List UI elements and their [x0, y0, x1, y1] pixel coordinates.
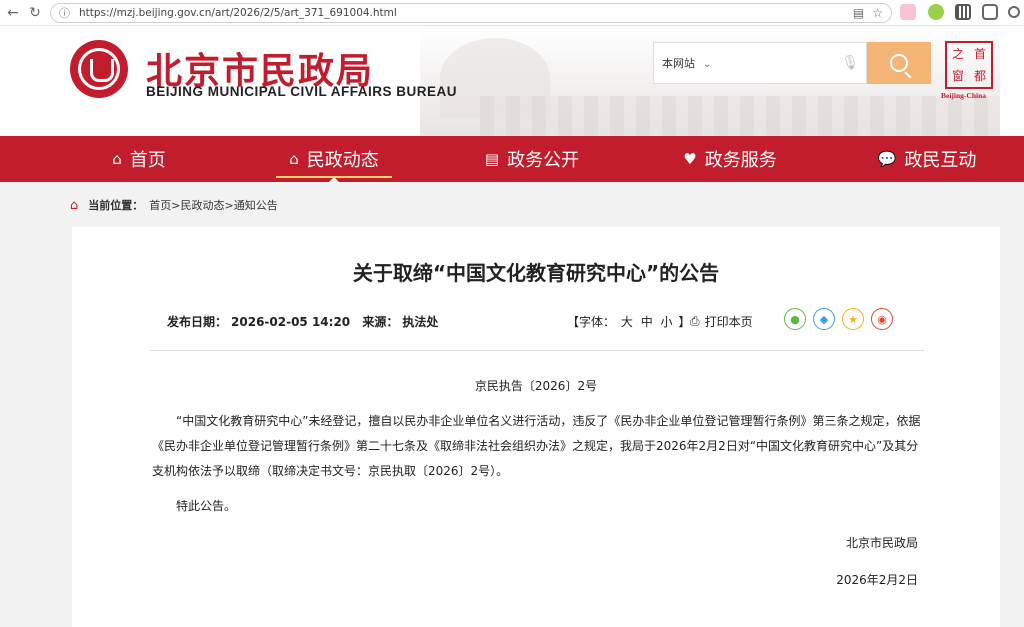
site-header: 北京市民政局 BEIJING MUNICIPAL CIVIL AFFAIRS B…	[0, 26, 1024, 136]
search-input[interactable]	[729, 48, 840, 78]
site-name-english: BEIJING MUNICIPAL CIVIL AFFAIRS BUREAU	[146, 84, 458, 99]
main-nav: ⌂ 首页 ⌂ 民政动态 ▤ 政务公开 ♥ 政务服务 💬 政民互动	[0, 136, 1024, 182]
breadcrumb: ⌂ 当前位置： 首页>民政动态>通知公告	[70, 197, 278, 213]
reload-icon[interactable]: ↻	[24, 2, 46, 24]
address-bar[interactable]: ⓘ https://mzj.beijing.gov.cn/art/2026/2/…	[50, 3, 892, 23]
beijing-window-seal-logo[interactable]: 之首 窗都	[945, 41, 993, 89]
document-number: 京民执告〔2026〕2号	[474, 379, 598, 393]
reader-mode-icon[interactable]: ▤	[853, 6, 864, 20]
chat-icon: 💬	[877, 150, 897, 168]
font-size-control: 【字体： 大 中 小 】	[567, 315, 691, 329]
wechat-share-icon[interactable]: ●	[784, 308, 806, 330]
weibo-share-icon[interactable]: ◉	[871, 308, 893, 330]
font-size-large[interactable]: 大	[621, 315, 633, 329]
seal-caption: Beijing-China	[941, 91, 987, 100]
font-size-medium[interactable]: 中	[641, 315, 653, 329]
nav-item-home[interactable]: ⌂ 首页	[104, 136, 174, 182]
search-icon	[890, 54, 908, 72]
building-icon: ⌂	[289, 150, 299, 168]
home-icon: ⌂	[112, 150, 122, 168]
article-sign-date: 2026年2月2日	[836, 573, 918, 587]
search-button[interactable]	[867, 42, 931, 84]
search-box: 本网站 ⌄ 🎙	[653, 42, 867, 84]
breadcrumb-path[interactable]: 首页>民政动态>通知公告	[149, 197, 277, 213]
article-body: “中国文化教育研究中心”未经登记，擅自以民办非企业单位名义进行活动，违反了《民办…	[152, 414, 921, 478]
chevron-down-icon: ⌄	[703, 59, 712, 70]
back-icon[interactable]: ←	[2, 2, 24, 24]
profile-icon[interactable]	[1008, 6, 1020, 18]
font-size-small[interactable]: 小	[661, 315, 673, 329]
bookmark-star-icon[interactable]: ☆	[872, 6, 883, 20]
print-button[interactable]: ⎙ 打印本页	[690, 313, 753, 330]
extension-pink-icon[interactable]	[900, 4, 916, 20]
share-buttons: ● ◆ ★ ◉	[784, 308, 893, 330]
list-icon: ▤	[484, 150, 500, 168]
microphone-icon[interactable]: 🎙	[841, 55, 859, 71]
site-info-icon[interactable]: ⓘ	[59, 5, 73, 21]
bureau-emblem-logo[interactable]	[70, 40, 128, 98]
qr-code-icon[interactable]	[955, 4, 971, 20]
printer-icon: ⎙	[690, 314, 700, 328]
extension-green-icon[interactable]	[928, 4, 944, 20]
heart-icon: ♥	[683, 150, 697, 168]
nav-item-interaction[interactable]: 💬 政民互动	[874, 136, 980, 182]
article-closing: 特此公告。	[176, 499, 237, 513]
article-title: 关于取缔“中国文化教育研究中心”的公告	[352, 261, 720, 285]
home-icon[interactable]: ⌂	[70, 198, 78, 213]
breadcrumb-label: 当前位置：	[88, 199, 144, 212]
nav-item-civil-news[interactable]: ⌂ 民政动态	[276, 136, 392, 182]
url-text: https://mzj.beijing.gov.cn/art/2026/2/5/…	[79, 7, 397, 19]
crowd-illustration	[480, 96, 1000, 136]
browser-toolbar: ← ↻ ⓘ https://mzj.beijing.gov.cn/art/202…	[0, 0, 1024, 26]
article-meta: 发布日期： 2026-02-05 14:20 来源： 执法处	[167, 315, 439, 329]
search-scope-select[interactable]: 本网站 ⌄	[662, 55, 711, 71]
publish-date: 2026-02-05 14:20	[231, 315, 351, 329]
article-signature: 北京市民政局	[845, 536, 918, 550]
qzone-share-icon[interactable]: ★	[842, 308, 864, 330]
qq-share-icon[interactable]: ◆	[813, 308, 835, 330]
nav-item-gov-services[interactable]: ♥ 政务服务	[678, 136, 782, 182]
divider	[150, 350, 924, 351]
article-panel: 关于取缔“中国文化教育研究中心”的公告 发布日期： 2026-02-05 14:2…	[72, 227, 1000, 627]
nav-item-gov-affairs[interactable]: ▤ 政务公开	[480, 136, 584, 182]
extensions-puzzle-icon[interactable]	[982, 4, 998, 20]
article-source: 执法处	[402, 315, 439, 329]
